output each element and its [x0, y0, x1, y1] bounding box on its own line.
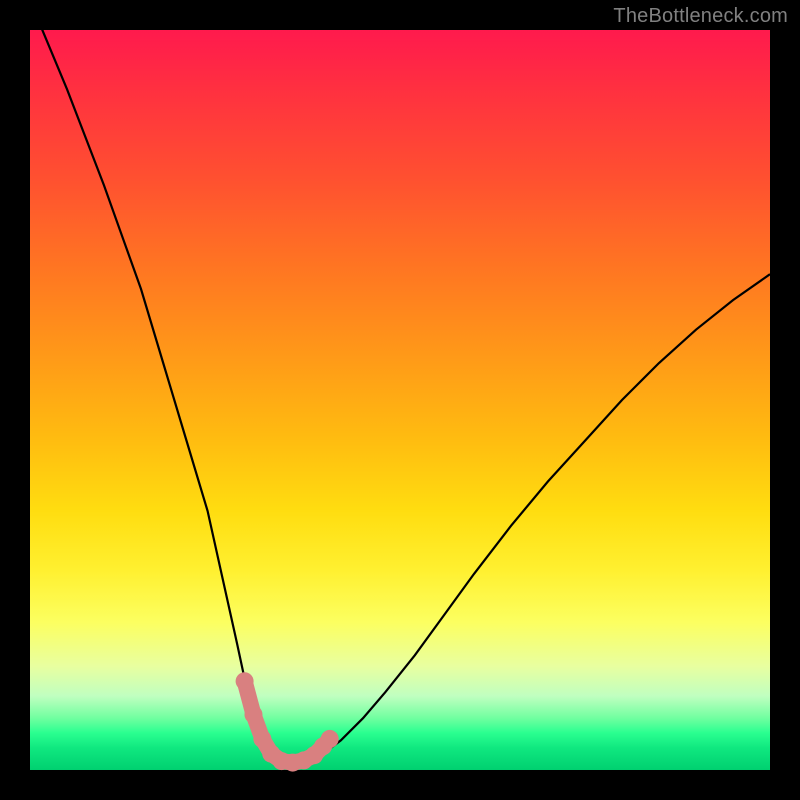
watermark-label: TheBottleneck.com [613, 5, 788, 28]
marker-group [236, 672, 339, 771]
outer-frame: TheBottleneck.com [0, 0, 800, 800]
marker-dot [244, 706, 262, 724]
chart-svg [30, 30, 770, 770]
marker-dot [236, 672, 254, 690]
plot-area [30, 30, 770, 770]
marker-dot [321, 730, 339, 748]
bottleneck-curve [30, 0, 770, 762]
